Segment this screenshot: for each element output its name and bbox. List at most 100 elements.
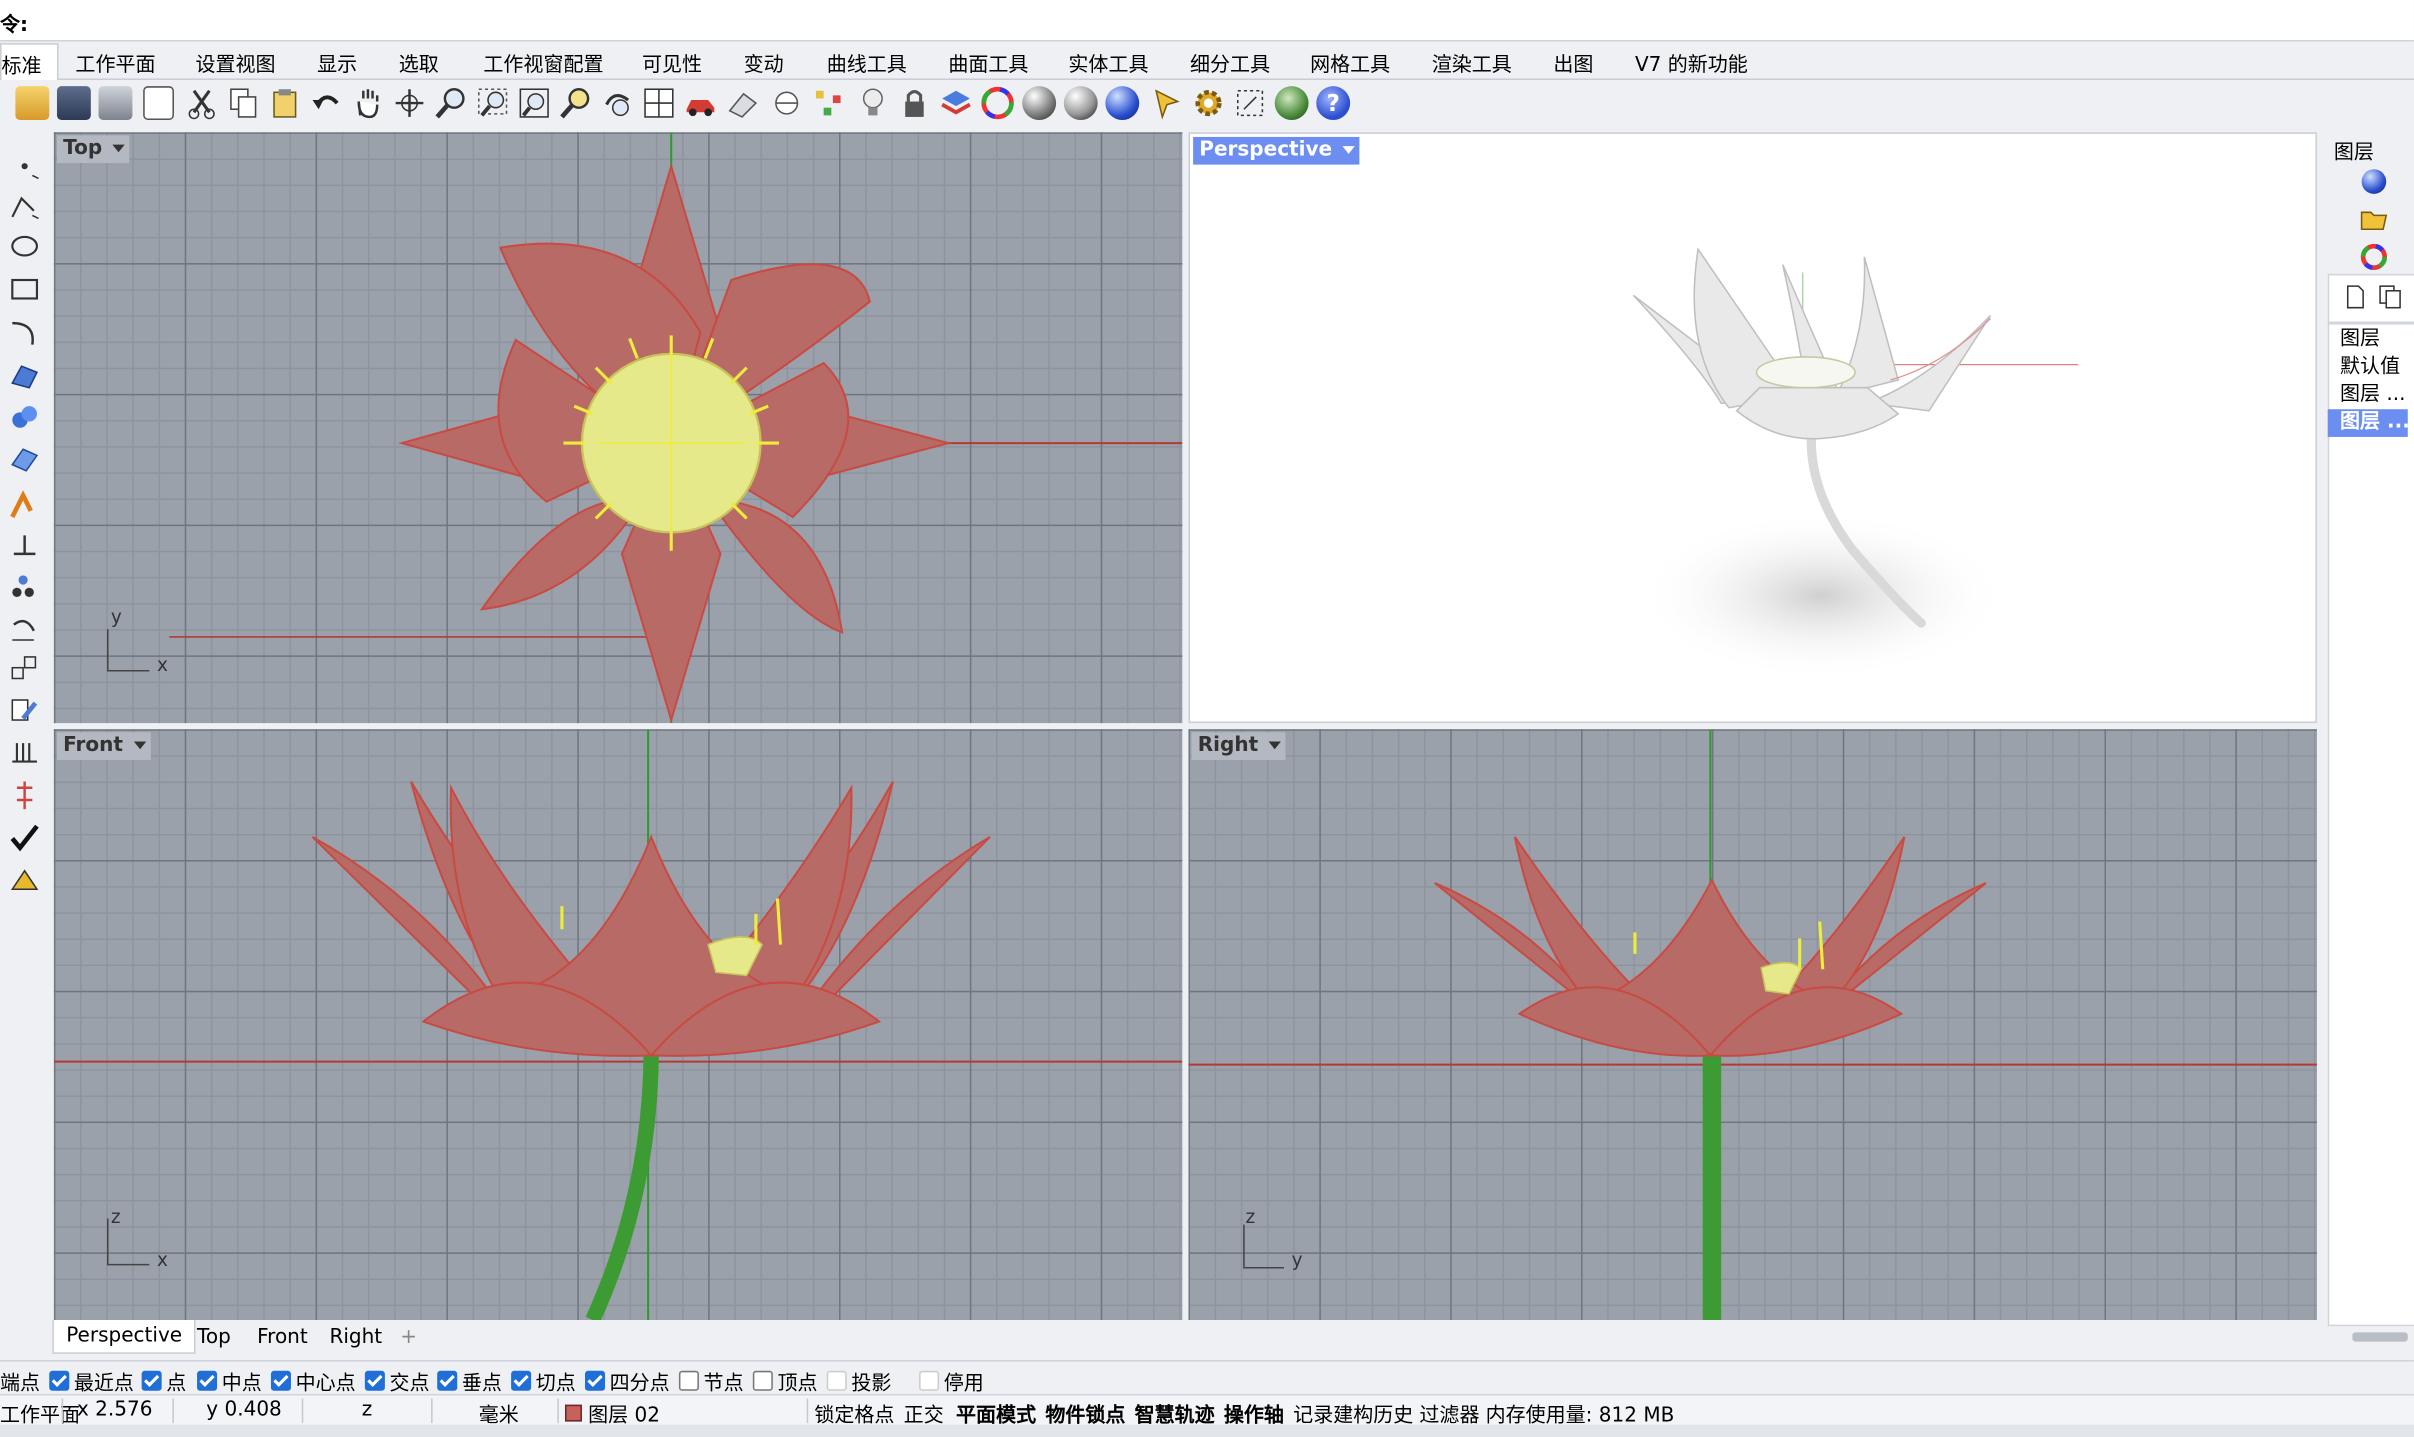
checkbox-icon[interactable]	[270, 1370, 291, 1391]
rectangle-tool-icon[interactable]	[8, 274, 42, 305]
tab-render-tools[interactable]: 渲染工具	[1432, 48, 1512, 77]
new-document-icon[interactable]	[143, 86, 174, 121]
checkbox-icon[interactable]	[585, 1370, 606, 1391]
point-tool-icon[interactable]	[8, 151, 42, 182]
zoom-selected-icon[interactable]	[559, 86, 593, 120]
color-wheel-icon[interactable]	[981, 86, 1015, 120]
undo-view-icon[interactable]	[600, 86, 634, 120]
command-line[interactable]: 令:	[0, 0, 2414, 42]
shaded-mode-icon[interactable]	[1022, 86, 1057, 121]
surface-tool-icon[interactable]	[8, 360, 42, 391]
viewport-tab-perspective[interactable]: Perspective	[52, 1320, 196, 1354]
zoom-icon[interactable]	[434, 86, 468, 120]
lock-icon[interactable]	[898, 86, 932, 120]
layer-item[interactable]: 图层 ...	[2328, 382, 2408, 410]
snap-end[interactable]: 端点	[0, 1366, 40, 1395]
folder-icon[interactable]	[2360, 206, 2388, 231]
tab-solid-tools[interactable]: 实体工具	[1068, 48, 1148, 77]
tab-drafting[interactable]: 出图	[1553, 48, 1593, 77]
status-cplane[interactable]: 工作平面	[0, 1398, 80, 1428]
viewport-perspective[interactable]: Perspective	[1188, 132, 2317, 724]
print-icon[interactable]	[98, 86, 133, 121]
tab-subd-tools[interactable]: 细分工具	[1190, 48, 1270, 77]
layer-item[interactable]: 默认值	[2328, 354, 2408, 382]
tab-standard[interactable]: 标准	[0, 43, 59, 85]
viewport-tab-front[interactable]: Front	[257, 1326, 308, 1349]
tab-mesh-tools[interactable]: 网格工具	[1310, 48, 1390, 77]
checkbox-icon[interactable]	[752, 1370, 773, 1391]
checkbox-icon[interactable]	[678, 1370, 699, 1391]
viewport-title-top[interactable]: Top	[56, 135, 130, 164]
help-icon[interactable]: ?	[1316, 86, 1351, 121]
rotate-tool-icon[interactable]	[8, 612, 42, 643]
snap-icon[interactable]	[770, 86, 804, 120]
curve-from-object-icon[interactable]	[8, 489, 42, 520]
status-units[interactable]: 毫米	[479, 1398, 519, 1428]
tab-surface-tools[interactable]: 曲面工具	[948, 48, 1028, 77]
tab-display[interactable]: 显示	[317, 48, 357, 77]
status-record-history[interactable]: 记录建构历史	[1293, 1398, 1413, 1428]
save-icon[interactable]	[56, 86, 91, 121]
snap-knot[interactable]: 节点	[678, 1366, 744, 1395]
bounding-box-icon[interactable]	[1233, 86, 1267, 120]
tab-set-view[interactable]: 设置视图	[196, 48, 276, 77]
tab-curve-tools[interactable]: 曲线工具	[827, 48, 907, 77]
snap-mid[interactable]: 中点	[197, 1366, 262, 1395]
snap-center[interactable]: 中心点	[270, 1366, 356, 1395]
array-tool-icon[interactable]	[8, 571, 42, 602]
paste-icon[interactable]	[268, 86, 302, 120]
undo-icon[interactable]	[309, 86, 343, 120]
zoom-extents-icon[interactable]	[517, 86, 551, 120]
viewport-title-right[interactable]: Right	[1191, 732, 1286, 761]
layer-icon[interactable]	[939, 86, 973, 120]
online-icon[interactable]	[1274, 86, 1309, 121]
zoom-window-icon[interactable]	[476, 86, 510, 120]
tab-cplanes[interactable]: 工作平面	[75, 48, 155, 77]
solid-tool-icon[interactable]	[8, 402, 42, 433]
checkbox-icon[interactable]	[141, 1370, 162, 1391]
status-grid-snap[interactable]: 锁定格点	[814, 1398, 894, 1428]
snap-intersection[interactable]: 交点	[364, 1366, 430, 1395]
snap-vertex[interactable]: 顶点	[752, 1366, 817, 1395]
cut-icon[interactable]	[185, 86, 219, 120]
tab-visibility[interactable]: 可见性	[642, 48, 702, 77]
viewport-front[interactable]: z x Front	[53, 729, 1183, 1321]
copy-icon[interactable]	[226, 86, 260, 120]
snap-disable[interactable]: 停用	[919, 1366, 984, 1395]
circle-tool-icon[interactable]	[8, 231, 42, 262]
chevron-down-icon[interactable]	[1268, 741, 1282, 750]
car-render-icon[interactable]	[684, 86, 718, 120]
layer-item-selected[interactable]: 图层 ...	[2327, 409, 2408, 437]
viewport-tab-top[interactable]: Top	[197, 1326, 231, 1349]
status-osnap[interactable]: 物件锁点	[1045, 1398, 1125, 1428]
rotate-view-icon[interactable]	[393, 86, 427, 120]
snap-project[interactable]: 投影	[826, 1366, 891, 1395]
viewport-top[interactable]: y x Top	[53, 132, 1183, 724]
checkbox-icon[interactable]	[511, 1370, 532, 1391]
light-bulb-icon[interactable]	[856, 86, 890, 120]
viewport-title-front[interactable]: Front	[56, 732, 151, 761]
render-icon[interactable]	[1150, 86, 1184, 120]
checkbox-icon[interactable]	[197, 1370, 218, 1391]
analysis-tool-icon[interactable]	[8, 778, 42, 810]
edit-tool-icon[interactable]	[8, 694, 42, 725]
scale-tool-icon[interactable]	[8, 652, 42, 683]
new-layer-icon[interactable]	[2345, 285, 2367, 310]
add-viewport-icon[interactable]: +	[400, 1326, 417, 1349]
checkbox-icon[interactable]	[49, 1370, 70, 1391]
dimension-tool-icon[interactable]	[8, 529, 42, 560]
viewport-title-perspective[interactable]: Perspective	[1193, 136, 1360, 165]
snap-near[interactable]: 最近点	[49, 1366, 134, 1395]
properties-icon[interactable]	[725, 86, 759, 120]
chevron-down-icon[interactable]	[1342, 146, 1356, 154]
chevron-down-icon[interactable]	[133, 741, 147, 750]
curve-tool-icon[interactable]	[8, 317, 42, 348]
chevron-down-icon[interactable]	[112, 144, 126, 153]
panel-scrollbar[interactable]	[2352, 1332, 2408, 1342]
checkbox-icon[interactable]	[364, 1370, 385, 1391]
status-gumball[interactable]: 操作轴	[1224, 1398, 1284, 1428]
material-icon[interactable]	[2361, 169, 2387, 194]
status-layer[interactable]: 图层 02	[564, 1398, 660, 1428]
status-planar[interactable]: 平面模式	[956, 1398, 1036, 1428]
mesh-tool-icon[interactable]	[8, 443, 42, 474]
